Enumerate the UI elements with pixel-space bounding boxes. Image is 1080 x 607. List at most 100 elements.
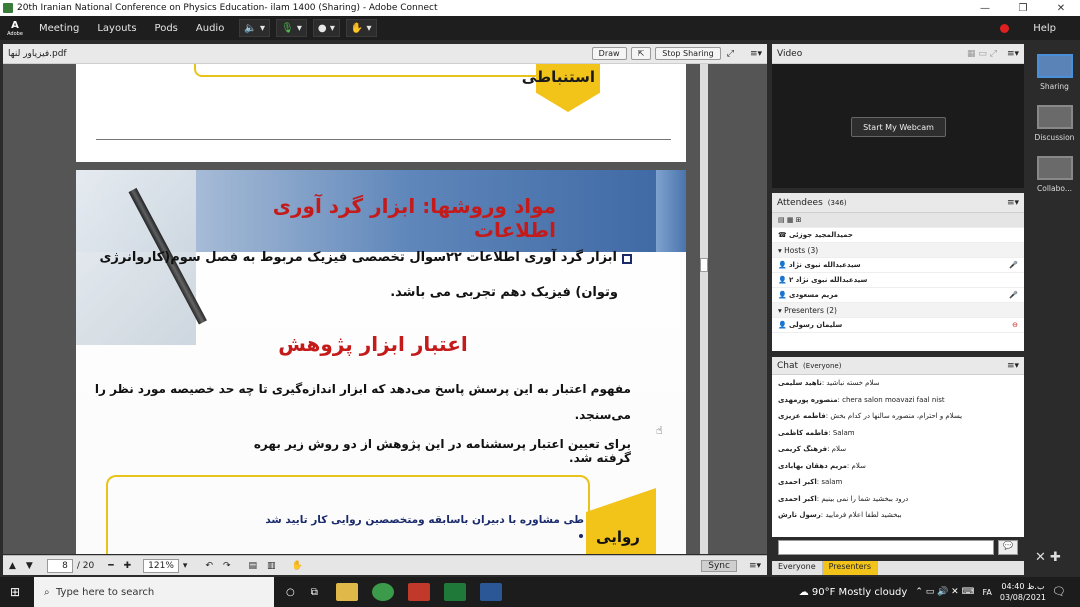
task-view-icon[interactable]: ⧉ [311,587,318,598]
maximize-icon[interactable]: ❐ [1004,3,1042,14]
list-item[interactable]: 👤 سلیمان رسولی ⊖ [772,318,1024,333]
adobe-connect-icon[interactable] [443,583,466,601]
help-menu[interactable]: Help [1033,23,1056,34]
attendees-menu-icon[interactable]: ≡▾ [1007,198,1019,208]
badge-text: استنباطی [521,68,595,86]
chat-line: اکبر احمدی: درود ببخشید شما را نمی بینیم [778,494,909,503]
chat-header: Chat (Everyone) ≡▾ [772,357,1024,375]
fullscreen-icon[interactable]: ⤢ [727,49,734,59]
weather-widget[interactable]: ☁ 90°F Mostly cloudy [799,587,908,598]
window-title-bar: 20th Iranian National Conference on Phys… [0,0,1080,16]
previous-page: استنباطی [76,64,686,162]
video-layout-icon[interactable]: ▦ ▭ ⤢ [967,49,997,59]
attendee-self[interactable]: ☎ حمیدالمجید جوزئی [772,228,1024,243]
zoom-select[interactable]: 121% [143,558,179,573]
menu-meeting[interactable]: Meeting [39,23,79,34]
badge-text-2: روایی [596,528,640,546]
chat-input[interactable] [778,540,994,555]
taskbar-clock[interactable]: 04:40 ب.ظ 03/08/2021 [1000,581,1046,603]
pan-hand-icon[interactable]: ✋ [292,561,303,571]
layout-collaboration[interactable]: Collabo... [1029,142,1080,193]
layout-thumb-icon [1036,156,1073,180]
chat-tabs: Everyone Presenters [772,561,1024,575]
rotate-left-icon[interactable]: ↶ [205,561,213,571]
microphone-icon: 🎙 [281,22,294,34]
toolbar-menu-icon[interactable]: ≡▾ [749,561,761,571]
webcam-toggle[interactable]: ● ▾ [312,19,340,37]
raise-hand-toggle[interactable]: ✋ ▾ [345,19,377,37]
draw-button[interactable]: Draw [591,47,627,60]
hosts-group[interactable]: ▾ Hosts (3) [772,243,1024,258]
layout-sharing[interactable]: Sharing [1029,40,1080,91]
zoom-in-icon[interactable]: ✚ [124,561,132,571]
two-page-icon[interactable]: ▥ [267,561,276,571]
mic-toggle[interactable]: 🎙 ▾ [276,19,307,37]
system-tray-icons[interactable]: ⌃ ▭ 🔊 ✕ ⌨ [915,587,974,597]
tab-presenters[interactable]: Presenters [822,561,879,575]
collapse-rail-icon[interactable]: ✕ ✚ [1035,550,1061,565]
prev-page-icon[interactable]: ▲ [9,561,16,571]
video-menu-icon[interactable]: ≡▾ [1007,49,1019,59]
document-viewer[interactable]: استنباطی مواد وروشها: ابزار گرد آوری اطل… [3,64,767,554]
file-explorer-icon[interactable] [335,583,358,601]
user-icon: 👤 [778,276,787,284]
divider [96,139,671,140]
next-page-icon[interactable]: ▼ [26,561,33,571]
list-item[interactable]: 👤 سیدعبدالله نبوی نژاد 🎤 [772,258,1024,273]
attendee-list: ▤ ▦ ⊞ ☎ حمیدالمجید جوزئی ▾ Hosts (3) 👤 س… [772,213,1024,351]
start-webcam-button[interactable]: Start My Webcam [851,117,946,137]
presenters-group[interactable]: ▾ Presenters (2) [772,303,1024,318]
zoom-dropdown-icon[interactable]: ▾ [183,561,188,571]
chat-scope: (Everyone) [803,361,842,370]
chat-menu-icon[interactable]: ≡▾ [1007,361,1019,371]
menu-layouts[interactable]: Layouts [97,23,136,34]
tab-everyone[interactable]: Everyone [772,561,823,575]
pod-menu-icon[interactable]: ≡▾ [750,49,762,59]
bullet-dot-icon [579,534,583,538]
layout-discussion[interactable]: Discussion [1029,91,1080,142]
list-item[interactable]: 👤 سیدعبدالله نبوی نژاد ۲ [772,273,1024,288]
attendees-header: Attendees (346) ≡▾ [772,193,1024,213]
chat-line: اکبر احمدی: salam [778,478,843,487]
user-icon: 👤 [778,291,787,299]
zoom-out-icon[interactable]: ━ [108,561,113,571]
speaker-toggle[interactable]: 🔈 ▾ [239,19,270,37]
cortana-icon[interactable]: ○ [286,587,295,598]
pointer-icon[interactable]: ⇱ [630,47,652,60]
rotate-right-icon[interactable]: ↷ [223,561,231,571]
chat-title: Chat [777,360,799,371]
shared-file-name: فیزیاور لنها.pdf [8,48,67,59]
minimize-icon[interactable]: — [966,3,1004,14]
attendee-view-icons[interactable]: ▤ ▦ ⊞ [772,213,1024,228]
menu-pods[interactable]: Pods [155,23,178,34]
menu-audio[interactable]: Audio [196,23,224,34]
input-language[interactable]: FA [983,588,992,597]
scroll-thumb[interactable] [700,258,708,272]
page-number-input[interactable]: 8 [46,558,73,573]
bullet-square-icon [622,254,632,264]
vertical-scrollbar[interactable] [700,64,708,554]
list-item[interactable]: 👤 مریم مسعودی 🎤 [772,288,1024,303]
method-box-text: طی مشاوره با دبیران باسابقه ومتخصصین روا… [265,514,584,526]
taskbar-search[interactable]: ⌕ Type here to search [34,577,274,607]
windows-start-icon[interactable]: ⊞ [10,585,20,599]
word-icon[interactable] [479,583,502,601]
search-icon: ⌕ [44,586,50,598]
phone-icon: ☎ [778,231,787,239]
current-slide: مواد وروشها: ابزار گرد آوری اطلاعات ابزا… [76,170,686,554]
send-message-icon[interactable]: 💬 [998,540,1018,555]
single-page-icon[interactable]: ▤ [249,561,258,571]
hand-cursor-icon: ☝ [656,424,663,437]
acrobat-icon[interactable] [407,583,430,601]
sync-button[interactable]: Sync [701,559,737,572]
notifications-icon[interactable]: 🗨 [1052,585,1066,598]
stop-sharing-button[interactable]: Stop Sharing [655,47,721,60]
paragraph-2: برای تعیین اعتبار پرسشنامه در این پژوهش … [253,437,631,465]
close-icon[interactable]: ✕ [1042,3,1080,14]
chat-messages: ناهید سلیمی: سلام خسته نباشید منصوره پور… [772,375,1024,537]
chrome-icon[interactable] [371,583,394,601]
recording-indicator-icon[interactable] [1000,23,1010,33]
app-icon [3,3,13,13]
slide-title: مواد وروشها: ابزار گرد آوری اطلاعات [272,194,556,242]
page-top-frame [194,64,574,77]
